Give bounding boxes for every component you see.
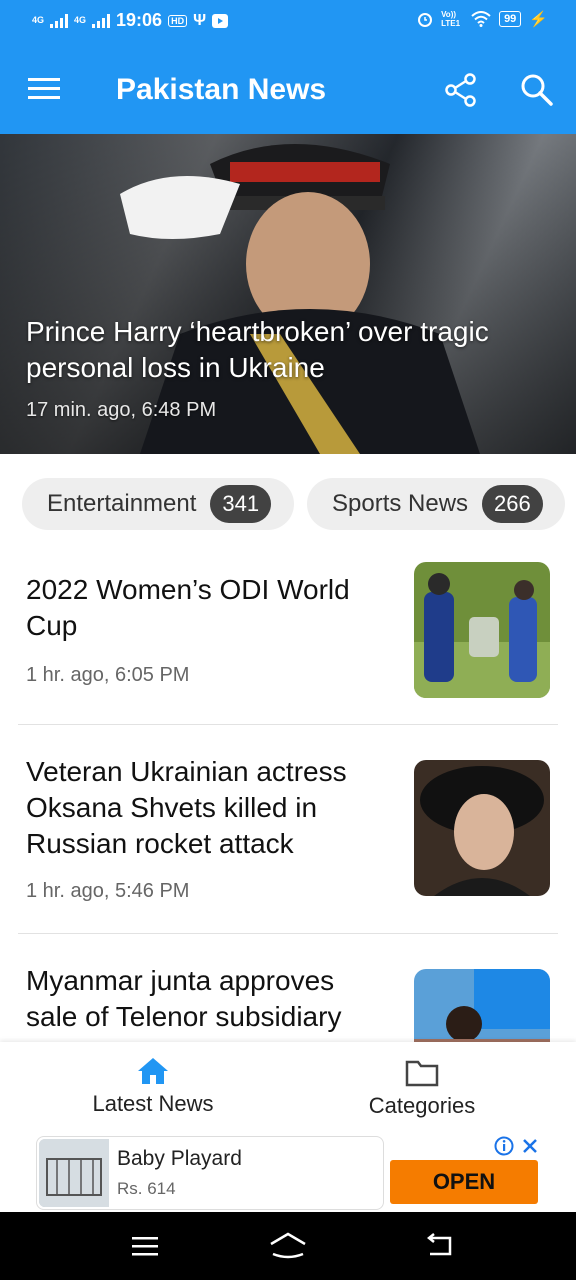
signal-icon — [50, 13, 69, 28]
chip-sports-news[interactable]: Sports News 266 — [307, 478, 565, 530]
recents-icon[interactable] — [130, 1234, 160, 1258]
youtube-icon — [212, 13, 229, 28]
ad-product-image — [39, 1139, 109, 1207]
category-chips: Entertainment 341 Sports News 266 — [0, 454, 576, 554]
wifi-icon — [471, 11, 491, 27]
ad-controls — [494, 1136, 540, 1156]
menu-button[interactable] — [28, 75, 62, 103]
hero-story[interactable]: Prince Harry ‘heartbroken’ over tragic p… — [0, 134, 576, 454]
chip-count: 266 — [482, 485, 543, 523]
alarm-icon — [418, 13, 433, 27]
volte-indicator: Vo)) LTE1 — [441, 10, 461, 28]
system-nav-bar — [0, 1212, 576, 1280]
charging-icon: ⚡ — [529, 11, 548, 28]
network-indicator-2: 4G — [74, 15, 87, 25]
nav-categories[interactable]: Categories — [332, 1042, 512, 1134]
hero-title: Prince Harry ‘heartbroken’ over tragic p… — [26, 316, 489, 383]
article-thumbnail — [414, 760, 550, 896]
home-nav-icon[interactable] — [268, 1230, 308, 1260]
bottom-navigation: Latest News Categories — [0, 1042, 576, 1134]
article-time: 1 hr. ago, 5:46 PM — [26, 880, 190, 902]
status-time: 19:06 — [116, 10, 163, 30]
chip-count: 341 — [210, 485, 272, 523]
nav-label: Latest News — [92, 1091, 214, 1116]
status-left: 4G 4G 19:06 HD Ψ — [32, 10, 229, 31]
hero-time: 17 min. ago, 6:48 PM — [26, 399, 217, 421]
home-icon — [138, 1058, 168, 1084]
article-item[interactable]: 2022 Women’s ODI World Cup 1 hr. ago, 6:… — [18, 554, 558, 725]
ad-title: Baby Playard — [117, 1147, 242, 1170]
app-title: Pakistan News — [116, 73, 327, 106]
article-item[interactable]: Myanmar junta approves sale of Telenor s… — [18, 933, 558, 1042]
battery-indicator: 99 — [499, 11, 522, 27]
chip-label: Entertainment — [47, 490, 197, 517]
status-bar: 4G 4G 19:06 HD Ψ Vo)) LTE1 99 ⚡ — [0, 0, 576, 45]
nav-label: Categories — [368, 1093, 476, 1118]
article-item[interactable]: Veteran Ukrainian actress Oksana Shvets … — [18, 724, 558, 934]
article-thumbnail — [414, 562, 550, 698]
article-title: Myanmar junta approves sale of Telenor s… — [26, 965, 342, 1032]
back-icon[interactable] — [424, 1232, 456, 1258]
hd-icon: HD — [168, 14, 188, 27]
ad-card[interactable]: Baby Playard Rs. 614 — [36, 1136, 384, 1210]
article-title: Veteran Ukrainian actress Oksana Shvets … — [26, 756, 347, 859]
ad-price: Rs. 614 — [117, 1179, 176, 1198]
search-icon — [521, 74, 553, 106]
usb-icon: Ψ — [193, 11, 207, 29]
share-icon — [445, 73, 476, 107]
chip-entertainment[interactable]: Entertainment 341 — [22, 478, 294, 530]
ad-open-button[interactable]: OPEN — [390, 1160, 538, 1204]
info-icon[interactable] — [494, 1136, 514, 1156]
search-button[interactable] — [520, 73, 554, 107]
share-button[interactable] — [444, 73, 478, 107]
signal-icon-2 — [92, 13, 111, 28]
network-indicator-1: 4G — [32, 15, 45, 25]
folder-icon — [405, 1060, 439, 1087]
menu-icon — [28, 78, 60, 99]
article-time: 1 hr. ago, 6:05 PM — [26, 664, 190, 686]
article-thumbnail — [414, 969, 550, 1042]
nav-latest-news[interactable]: Latest News — [58, 1042, 248, 1134]
chip-label: Sports News — [332, 490, 469, 517]
app-bar: Pakistan News — [0, 45, 576, 134]
ad-banner[interactable]: Baby Playard Rs. 614 OPEN — [0, 1134, 576, 1212]
status-right: Vo)) LTE1 99 ⚡ — [417, 10, 548, 28]
article-title: 2022 Women’s ODI World Cup — [26, 574, 350, 641]
close-icon[interactable] — [520, 1136, 540, 1156]
